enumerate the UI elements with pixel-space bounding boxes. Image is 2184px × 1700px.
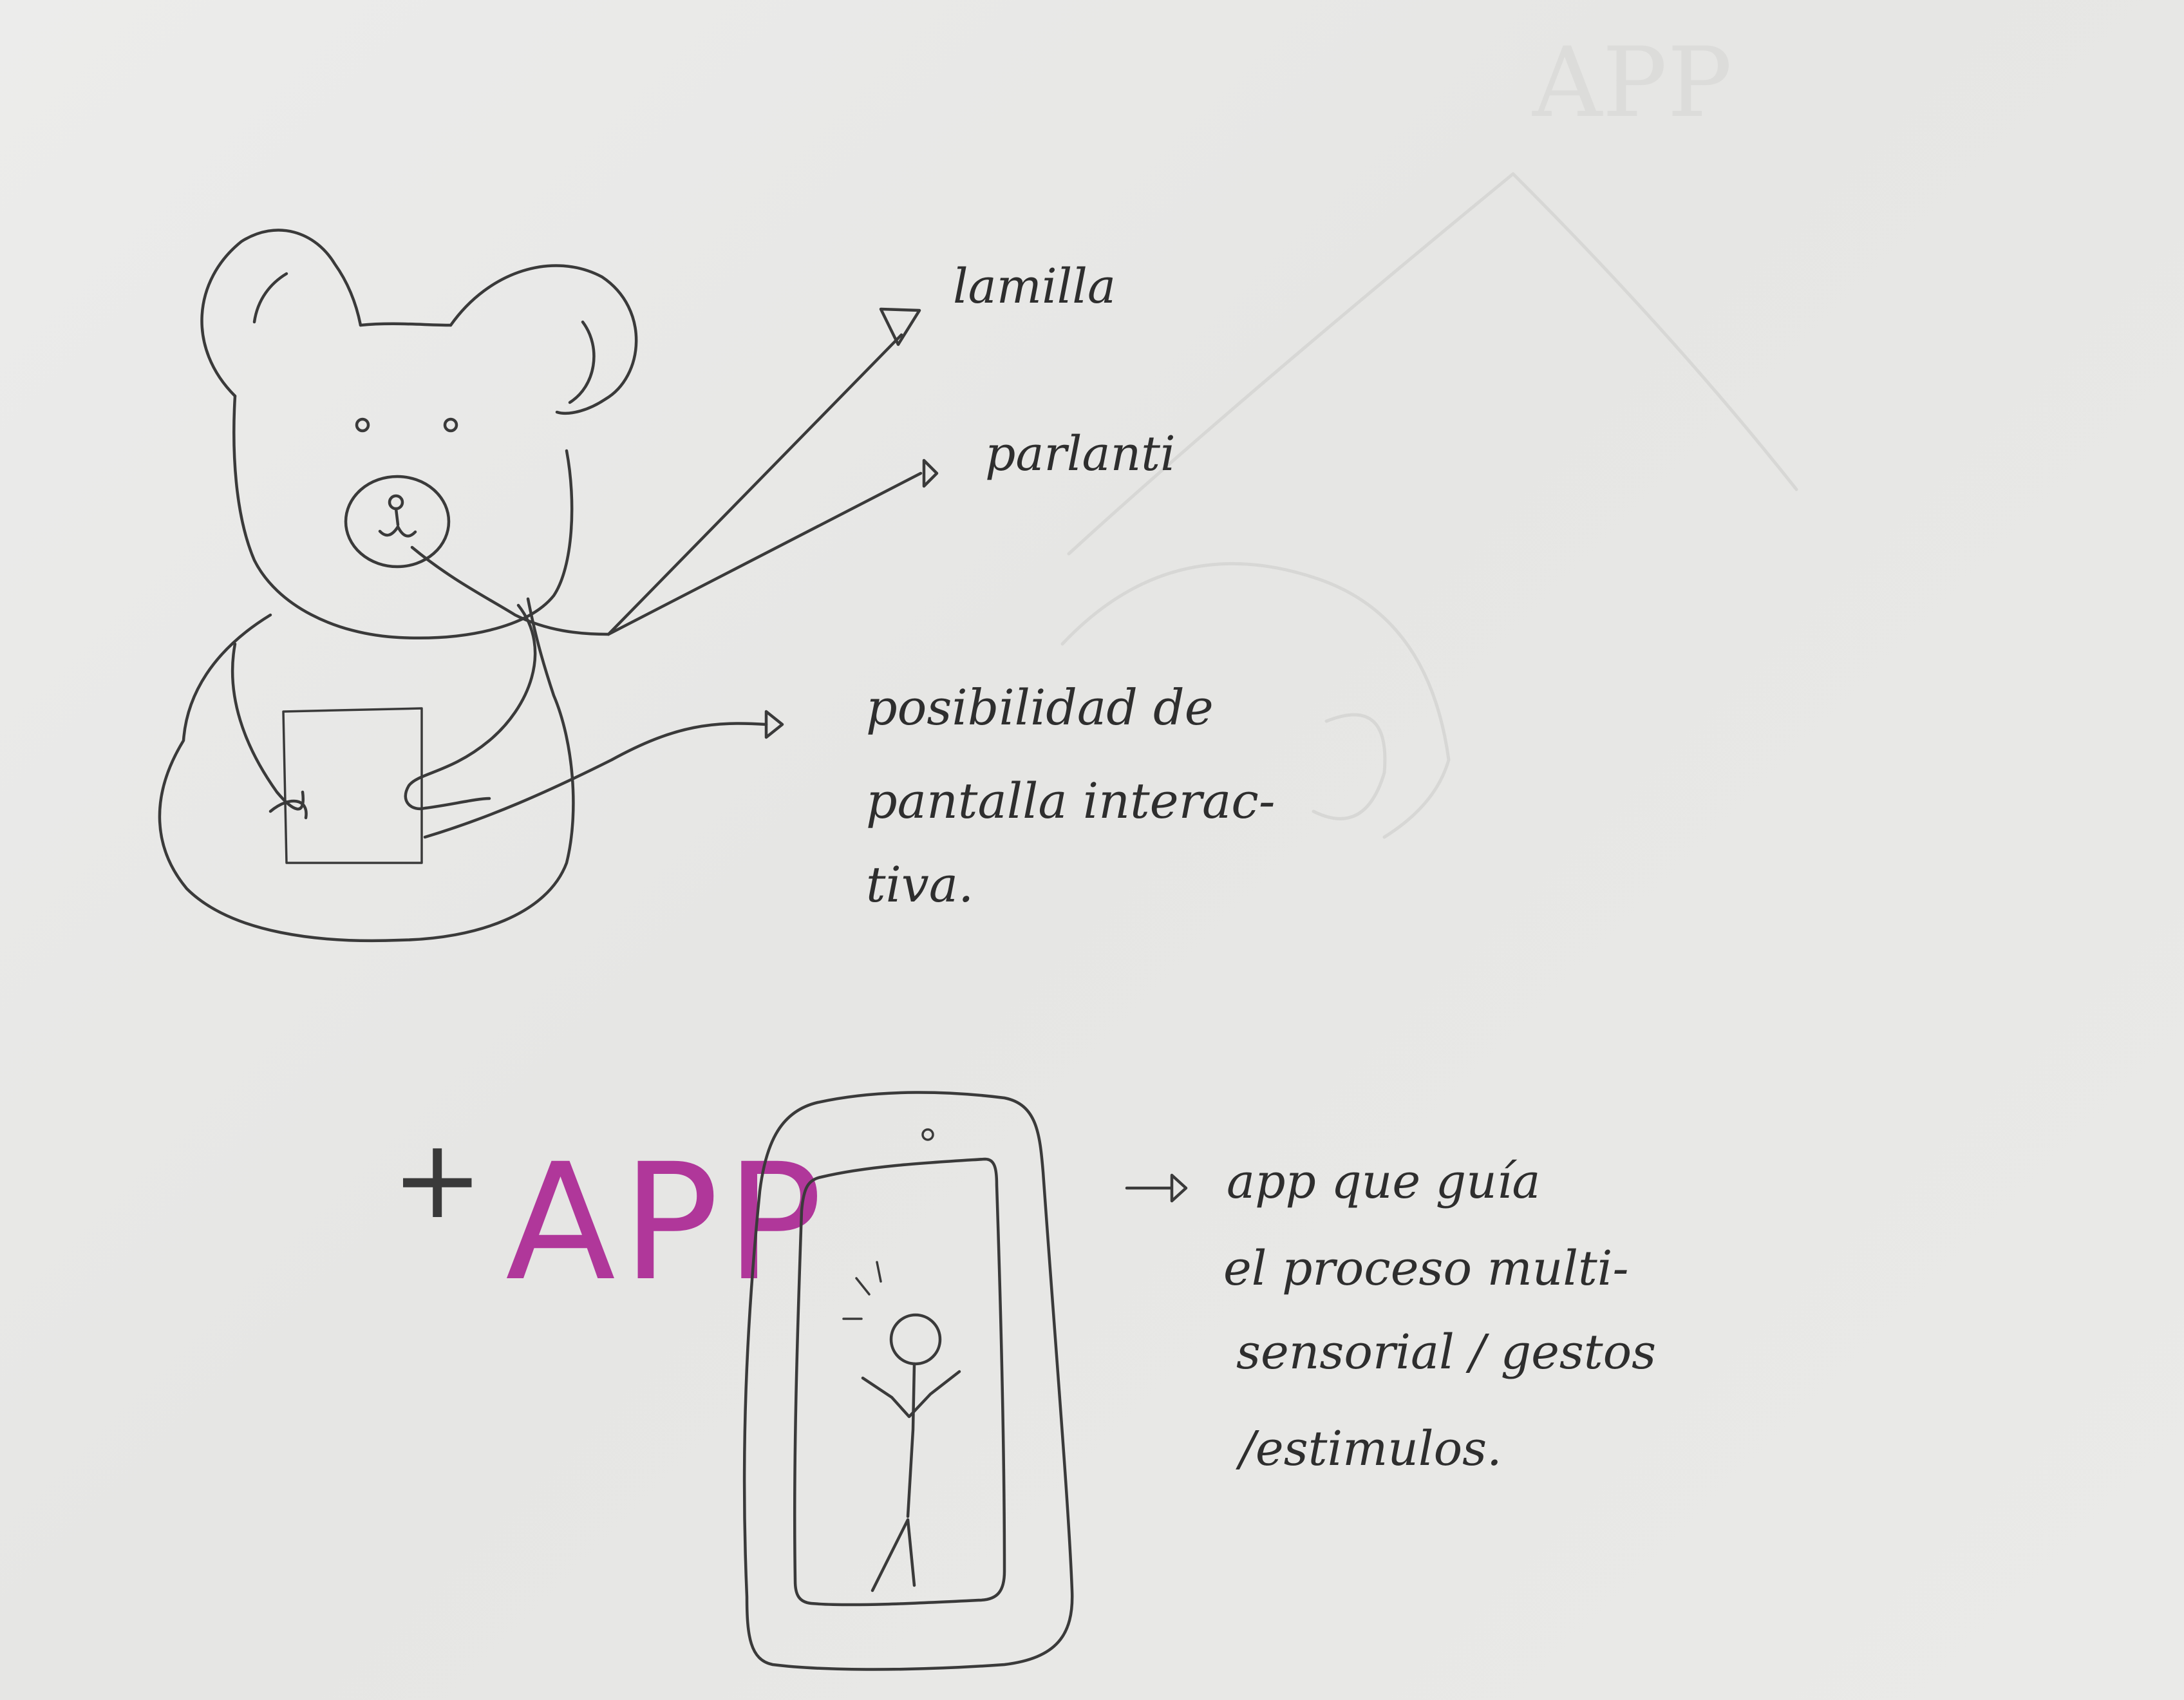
bear-annotations: lamilla parlanti posibilidad de pantalla… [866,259,1276,913]
stick-figure-legs [871,1518,916,1592]
app-annotations: app que guía el proceso multi- sensorial… [1125,1154,1656,1477]
pointer-line-top [607,333,903,636]
pointer-line-screen [423,722,768,839]
pointer-arrowhead-screen [764,710,784,739]
bear-left-arm [231,642,305,811]
pointer-arrowhead-top [879,307,921,346]
bear-right-arm [404,603,537,811]
screen-note-line-3: tiva. [866,856,974,913]
stick-figure-head [889,1313,942,1366]
app-pointer-arrowhead [1170,1173,1188,1203]
bear-head [232,394,574,639]
bear-body [158,597,575,943]
ghost-roof-line [1067,172,1798,556]
app-note-line-2: el proceso multi- [1223,1241,1628,1296]
bear-right-eye [443,417,458,433]
app-note-line-1: app que guía [1227,1154,1541,1209]
bear-left-ear [200,229,362,398]
bear-head-top [359,322,453,327]
label-parlanti: parlanti [985,426,1176,482]
app-note-line-3: sensorial / gestos [1236,1325,1656,1380]
app-title: APP [505,1129,829,1316]
stick-figure-arms [861,1370,961,1419]
screen-note-line-2: pantalla interac- [866,772,1276,829]
bear-left-eye [355,417,370,433]
bear-left-ear-inner [252,272,288,324]
pointer-cable [410,545,610,636]
bear-mouth [378,507,417,538]
paper-sheet: APP lamilla parlanti posibilidad de pant… [0,0,2184,1700]
phone-camera-icon [921,1128,934,1141]
sketch-canvas: APP lamilla parlanti posibilidad de pant… [158,27,1798,1671]
bear-right-ear-inner [568,320,596,404]
excitement-lines-icon [842,1261,882,1320]
pointer-line-middle [607,471,923,636]
ghost-app-text: APP [1532,27,1732,139]
ghost-shape [1312,713,1387,820]
plus-sign: + [391,1116,483,1243]
bear-nose [388,494,404,511]
screen-note-line-1: posibilidad de [866,679,1214,736]
pointer-arrowhead-middle [922,458,939,488]
label-lamilla: lamilla [953,259,1116,314]
stick-figure-body [906,1362,916,1518]
app-note-line-4: /estimulos. [1236,1421,1502,1477]
app-heading: + APP [391,1116,829,1316]
bear-held-screen [282,707,423,864]
callout-pointers [410,307,939,839]
teddy-bear-drawing [158,229,638,943]
bear-right-ear [449,264,638,415]
